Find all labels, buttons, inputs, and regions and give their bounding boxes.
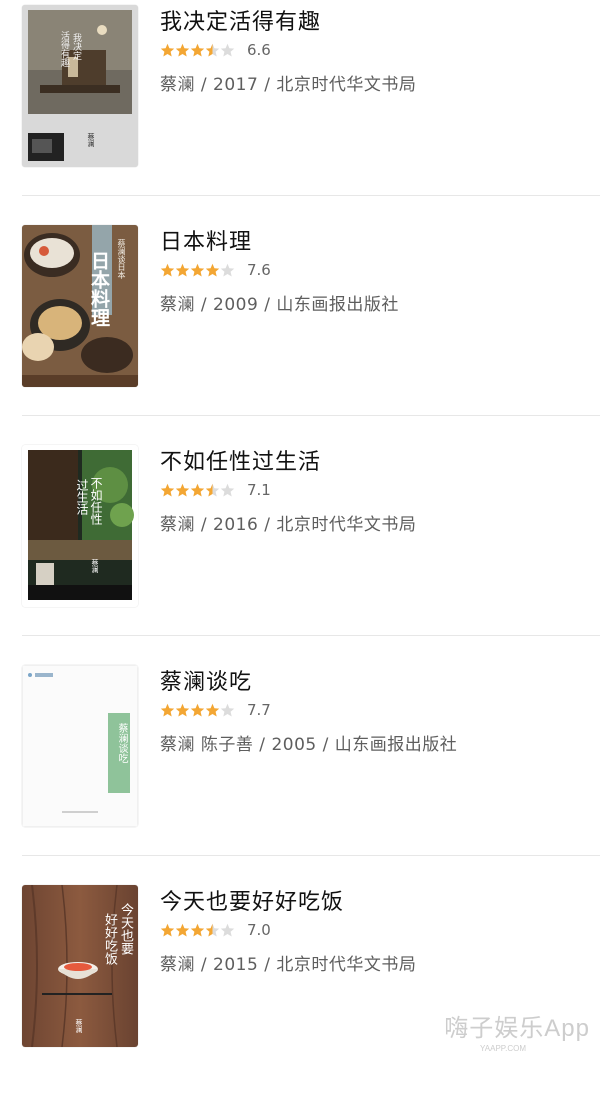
book-cover[interactable]: 不如任性 过生活 蔡澜 <box>22 445 138 607</box>
watermark-logo: 嗨子娱乐App <box>444 1015 590 1042</box>
star-icon <box>160 263 175 276</box>
cover-art <box>22 445 138 607</box>
cover-title: 我决定 <box>71 33 81 60</box>
star-icon <box>190 43 205 56</box>
star-icon <box>205 703 220 716</box>
rating-score: 7.7 <box>247 701 271 719</box>
book-title[interactable]: 蔡澜谈吃 <box>160 664 252 696</box>
star-rating <box>160 483 235 498</box>
star-icon <box>160 43 175 56</box>
divider <box>22 195 600 196</box>
star-icon <box>220 923 235 936</box>
rating-score: 7.0 <box>247 921 271 939</box>
list-item[interactable]: 蔡澜谈吃 蔡澜谈吃 7.7 蔡澜 陈子善 / 2005 / 山东画报出版社 <box>0 660 600 880</box>
rating-score: 7.1 <box>247 481 271 499</box>
book-meta: 蔡澜 陈子善 / 2005 / 山东画报出版社 <box>160 735 458 755</box>
book-cover[interactable]: 我决定 活得有趣 蔡澜 <box>22 5 138 167</box>
cover-title: 过生活 <box>75 479 89 515</box>
star-icon <box>205 263 220 276</box>
cover-author: 蔡澜 <box>75 1019 83 1033</box>
book-meta: 蔡澜 / 2016 / 北京时代华文书局 <box>160 515 417 535</box>
book-cover[interactable]: 日本料理 蔡澜谈日本 <box>22 225 138 387</box>
star-icon <box>175 703 190 716</box>
book-meta: 蔡澜 / 2017 / 北京时代华文书局 <box>160 75 417 95</box>
watermark-url: YAAPP.COM <box>480 1044 526 1053</box>
star-rating <box>160 43 235 58</box>
rating: 7.7 <box>160 700 271 720</box>
cover-author: 蔡澜 <box>91 559 99 573</box>
divider <box>22 415 600 416</box>
book-title[interactable]: 今天也要好好吃饭 <box>160 884 344 916</box>
star-icon <box>220 703 235 716</box>
star-icon <box>175 923 190 936</box>
star-icon <box>205 923 220 936</box>
cover-title: 日本料理 <box>88 251 110 327</box>
star-icon <box>190 703 205 716</box>
star-rating <box>160 703 235 718</box>
cover-title: 蔡澜谈吃 <box>116 723 127 763</box>
star-icon <box>160 483 175 496</box>
star-icon <box>175 483 190 496</box>
star-icon <box>205 43 220 56</box>
star-icon <box>190 263 205 276</box>
star-icon <box>160 923 175 936</box>
book-list: 我决定 活得有趣 蔡澜 我决定活得有趣 6.6 蔡澜 / 2017 / 北京时代… <box>0 0 600 1100</box>
cover-subtitle: 蔡澜谈日本 <box>117 239 126 279</box>
book-cover[interactable]: 今天也要 好好吃饭 蔡澜 <box>22 885 138 1047</box>
book-meta: 蔡澜 / 2009 / 山东画报出版社 <box>160 295 399 315</box>
star-icon <box>220 483 235 496</box>
book-cover[interactable]: 蔡澜谈吃 <box>22 665 138 827</box>
star-rating <box>160 923 235 938</box>
list-item[interactable]: 今天也要 好好吃饭 蔡澜 今天也要好好吃饭 7.0 蔡澜 / 2015 / 北京… <box>0 880 600 1100</box>
rating: 6.6 <box>160 40 271 60</box>
star-icon <box>220 43 235 56</box>
rating: 7.0 <box>160 920 271 940</box>
cover-title: 好好吃饭 <box>102 913 117 965</box>
star-rating <box>160 263 235 278</box>
star-icon <box>175 43 190 56</box>
rating-score: 7.6 <box>247 261 271 279</box>
star-icon <box>190 483 205 496</box>
list-item[interactable]: 日本料理 蔡澜谈日本 日本料理 7.6 蔡澜 / 2009 / 山东画报出版社 <box>0 220 600 440</box>
list-item[interactable]: 我决定 活得有趣 蔡澜 我决定活得有趣 6.6 蔡澜 / 2017 / 北京时代… <box>0 0 600 220</box>
cover-title: 活得有趣 <box>59 31 69 67</box>
book-title[interactable]: 日本料理 <box>160 224 252 256</box>
rating-score: 6.6 <box>247 41 271 59</box>
cover-art <box>22 5 138 167</box>
book-title[interactable]: 不如任性过生活 <box>160 444 321 476</box>
rating: 7.6 <box>160 260 271 280</box>
rating: 7.1 <box>160 480 271 500</box>
book-meta: 蔡澜 / 2015 / 北京时代华文书局 <box>160 955 417 975</box>
star-icon <box>220 263 235 276</box>
book-title[interactable]: 我决定活得有趣 <box>160 4 321 36</box>
divider <box>22 635 600 636</box>
star-icon <box>205 483 220 496</box>
star-icon <box>190 923 205 936</box>
star-icon <box>175 263 190 276</box>
list-item[interactable]: 不如任性 过生活 蔡澜 不如任性过生活 7.1 蔡澜 / 2016 / 北京时代… <box>0 440 600 660</box>
star-icon <box>160 703 175 716</box>
divider <box>22 855 600 856</box>
cover-author: 蔡澜 <box>87 133 95 147</box>
